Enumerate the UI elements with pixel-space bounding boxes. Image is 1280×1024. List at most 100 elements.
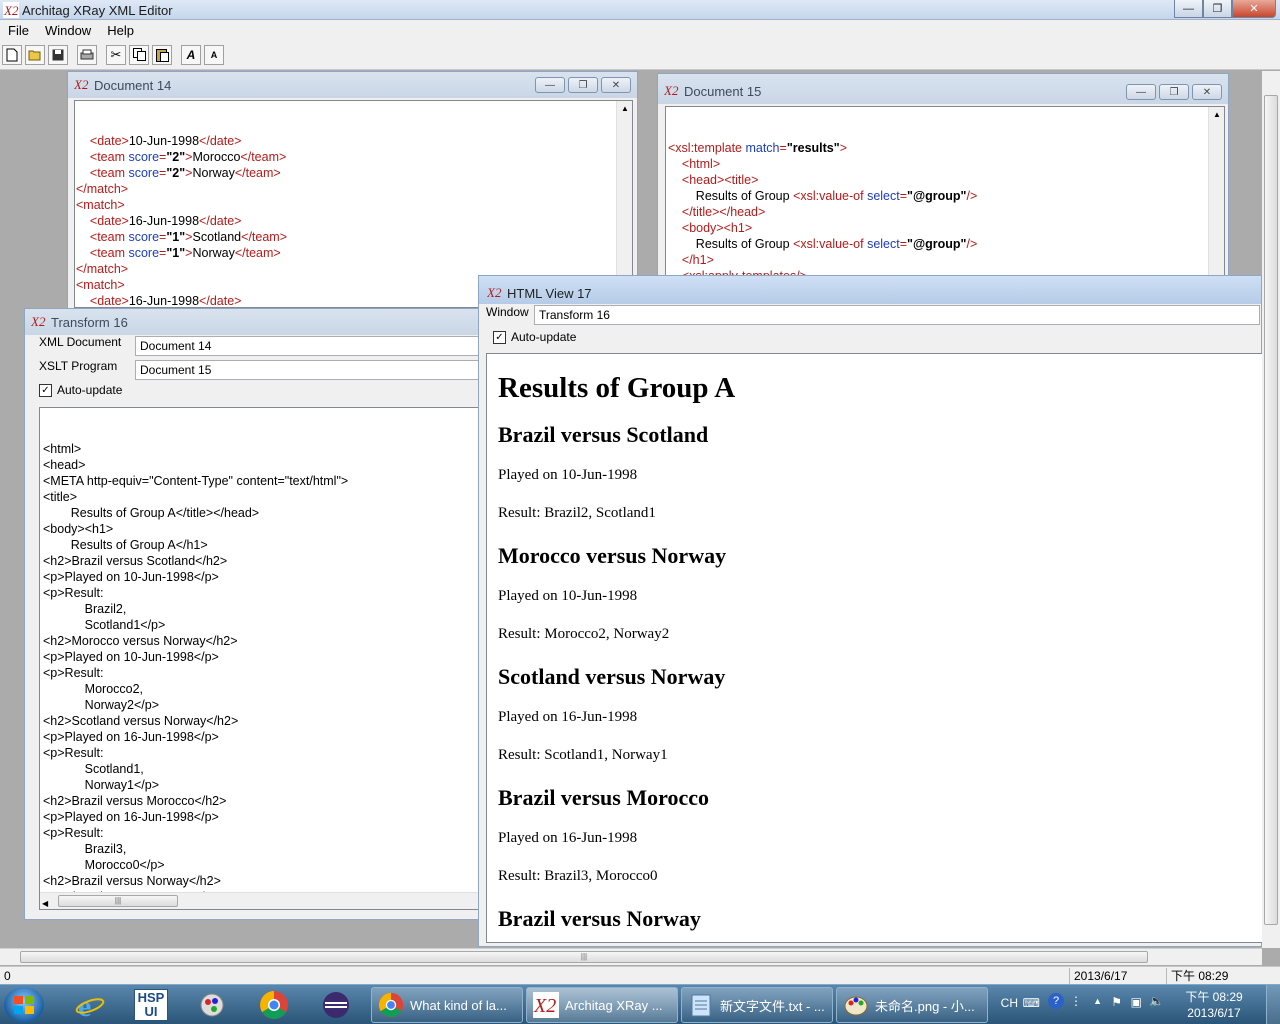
horizontal-scrollbar[interactable]: ◀ |||: [40, 892, 488, 909]
html-view-17-window[interactable]: X2 HTML View 17 Window Transform 16 ✓ Au…: [478, 275, 1263, 947]
code-token: Results of Group: [695, 237, 794, 251]
window-title: Document 14: [94, 78, 172, 93]
main-horizontal-scrollbar[interactable]: |||: [0, 948, 1262, 965]
code-token: <xsl:value-of: [793, 237, 868, 251]
output-line: <h2>Brazil versus Scotland</h2>: [43, 554, 228, 568]
code-token: score: [128, 166, 160, 180]
status-left: 0: [4, 969, 11, 983]
minimize-button[interactable]: —: [1174, 0, 1203, 18]
paste-button[interactable]: [152, 44, 172, 65]
minimize-button[interactable]: —: [1126, 84, 1156, 100]
document-15-window[interactable]: X2 Document 15 — ❐ ✕ <xsl:template match…: [657, 73, 1229, 293]
code-token: Morocco: [192, 150, 241, 164]
taskbar-task-chrome[interactable]: What kind of la...: [371, 987, 523, 1023]
font-larger-button[interactable]: A: [181, 44, 201, 65]
print-button[interactable]: [77, 44, 97, 65]
transform-output[interactable]: <html> <head> <META http-equiv="Content-Ty…: [39, 407, 489, 910]
scroll-thumb[interactable]: |||: [58, 895, 178, 907]
html-render-pane[interactable]: Results of Group A Brazil versus Scotlan…: [486, 353, 1263, 943]
new-file-button[interactable]: [2, 44, 22, 65]
show-desktop-button[interactable]: [1266, 985, 1280, 1024]
scroll-up-icon[interactable]: ▲: [617, 101, 632, 117]
language-indicator[interactable]: CH: [1001, 996, 1018, 1010]
code-line: <date>10-Jun-1998</date>: [76, 133, 632, 149]
eclipse-icon[interactable]: [310, 988, 362, 1022]
main-vertical-scrollbar[interactable]: [1262, 71, 1280, 948]
scroll-thumb[interactable]: [1264, 95, 1278, 925]
auto-update-label: Auto-update: [511, 330, 577, 344]
ime-icon[interactable]: ⋮: [1070, 994, 1082, 1008]
save-icon: [52, 49, 64, 60]
xslt-editor[interactable]: <xsl:template match="results"> <html> <h…: [665, 106, 1225, 292]
window-title: Document 15: [684, 84, 762, 99]
show-hidden-icons-icon[interactable]: ▲: [1093, 996, 1102, 1006]
open-file-button[interactable]: [25, 44, 45, 65]
vertical-scrollbar[interactable]: ▲: [1208, 107, 1224, 291]
taskbar-task-xray[interactable]: X2 Architag XRay ...: [526, 987, 678, 1023]
scroll-up-icon[interactable]: ▲: [1209, 107, 1224, 123]
copy-button[interactable]: [129, 44, 149, 65]
minimize-button[interactable]: —: [535, 77, 565, 93]
document-15-titlebar[interactable]: X2 Document 15 — ❐ ✕: [658, 74, 1228, 104]
output-line: <title>: [43, 490, 78, 504]
code-token: <team: [89, 166, 129, 180]
output-line: <p>Result:: [43, 746, 104, 760]
output-line: Morocco0</p>: [43, 858, 165, 872]
xml-document-field[interactable]: Document 14: [135, 336, 485, 356]
window-field[interactable]: Transform 16: [534, 305, 1260, 325]
cut-button[interactable]: ✂: [106, 44, 126, 65]
close-button[interactable]: ✕: [1232, 0, 1276, 18]
save-button[interactable]: [48, 44, 68, 65]
code-line: </h1>: [668, 252, 1224, 268]
match-heading: Brazil versus Morocco: [498, 785, 709, 810]
close-button[interactable]: ✕: [601, 77, 631, 93]
font-smaller-button[interactable]: A: [204, 44, 224, 65]
help-icon[interactable]: ?: [1048, 993, 1064, 1009]
start-button[interactable]: [4, 987, 44, 1023]
network-icon[interactable]: ▣: [1131, 995, 1142, 1009]
menu-window[interactable]: Window: [37, 23, 99, 38]
xslt-program-field[interactable]: Document 15: [135, 360, 485, 380]
task-label: 未命名.png - 小...: [875, 998, 975, 1014]
output-line: <p>Played on 16-Jun-1998</p>: [43, 730, 219, 744]
output-line: Norway2</p>: [43, 698, 160, 712]
match-section: Brazil versus Morocco Played on 16-Jun-1…: [498, 785, 1251, 885]
auto-update-label: Auto-update: [57, 383, 123, 397]
scroll-thumb[interactable]: |||: [20, 951, 1148, 963]
task-label: Architag XRay ...: [565, 997, 663, 1013]
menu-help[interactable]: Help: [99, 23, 142, 38]
clock[interactable]: 下午 08:29 2013/6/17: [1174, 989, 1254, 1021]
keyboard-icon[interactable]: ⌨: [1023, 996, 1040, 1010]
html-view-17-titlebar[interactable]: X2 HTML View 17: [479, 276, 1261, 304]
flag-icon[interactable]: ⚑: [1111, 995, 1122, 1009]
checkmark-icon: ✓: [493, 330, 506, 344]
document-14-titlebar[interactable]: X2 Document 14 — ❐ ✕: [68, 72, 637, 98]
volume-icon[interactable]: 🔈: [1149, 994, 1164, 1008]
code-line: <body><h1>: [668, 220, 1224, 236]
checkmark-icon: ✓: [39, 383, 52, 397]
svg-text:X2: X2: [31, 314, 46, 329]
chrome-icon[interactable]: [248, 988, 300, 1022]
internet-explorer-icon[interactable]: e: [64, 988, 116, 1022]
hspui-icon[interactable]: HSP UI: [125, 988, 177, 1022]
auto-update-checkbox[interactable]: ✓ Auto-update: [39, 383, 122, 397]
scroll-left-icon[interactable]: ◀: [42, 896, 48, 909]
code-token: <xsl:value-of: [793, 189, 868, 203]
code-token: <date>: [89, 134, 129, 148]
close-button[interactable]: ✕: [1192, 84, 1222, 100]
auto-update-checkbox[interactable]: ✓ Auto-update: [493, 330, 576, 344]
taskbar-task-paint[interactable]: 未命名.png - 小...: [836, 987, 988, 1023]
transform-16-window[interactable]: X2 Transform 16 XML Document Document 14…: [24, 308, 492, 920]
menu-file[interactable]: File: [0, 23, 37, 38]
taskbar-task-notepad[interactable]: 新文字文件.txt - ...: [681, 987, 833, 1023]
code-token: Norway: [192, 246, 235, 260]
restore-button[interactable]: ❐: [1203, 0, 1232, 18]
transform-16-titlebar[interactable]: X2 Transform 16: [25, 309, 491, 335]
restore-button[interactable]: ❐: [1159, 84, 1189, 100]
window-title: Transform 16: [51, 315, 128, 330]
task-label: What kind of la...: [410, 997, 507, 1013]
restore-button[interactable]: ❐: [568, 77, 598, 93]
paint-brush-icon[interactable]: [186, 988, 238, 1022]
